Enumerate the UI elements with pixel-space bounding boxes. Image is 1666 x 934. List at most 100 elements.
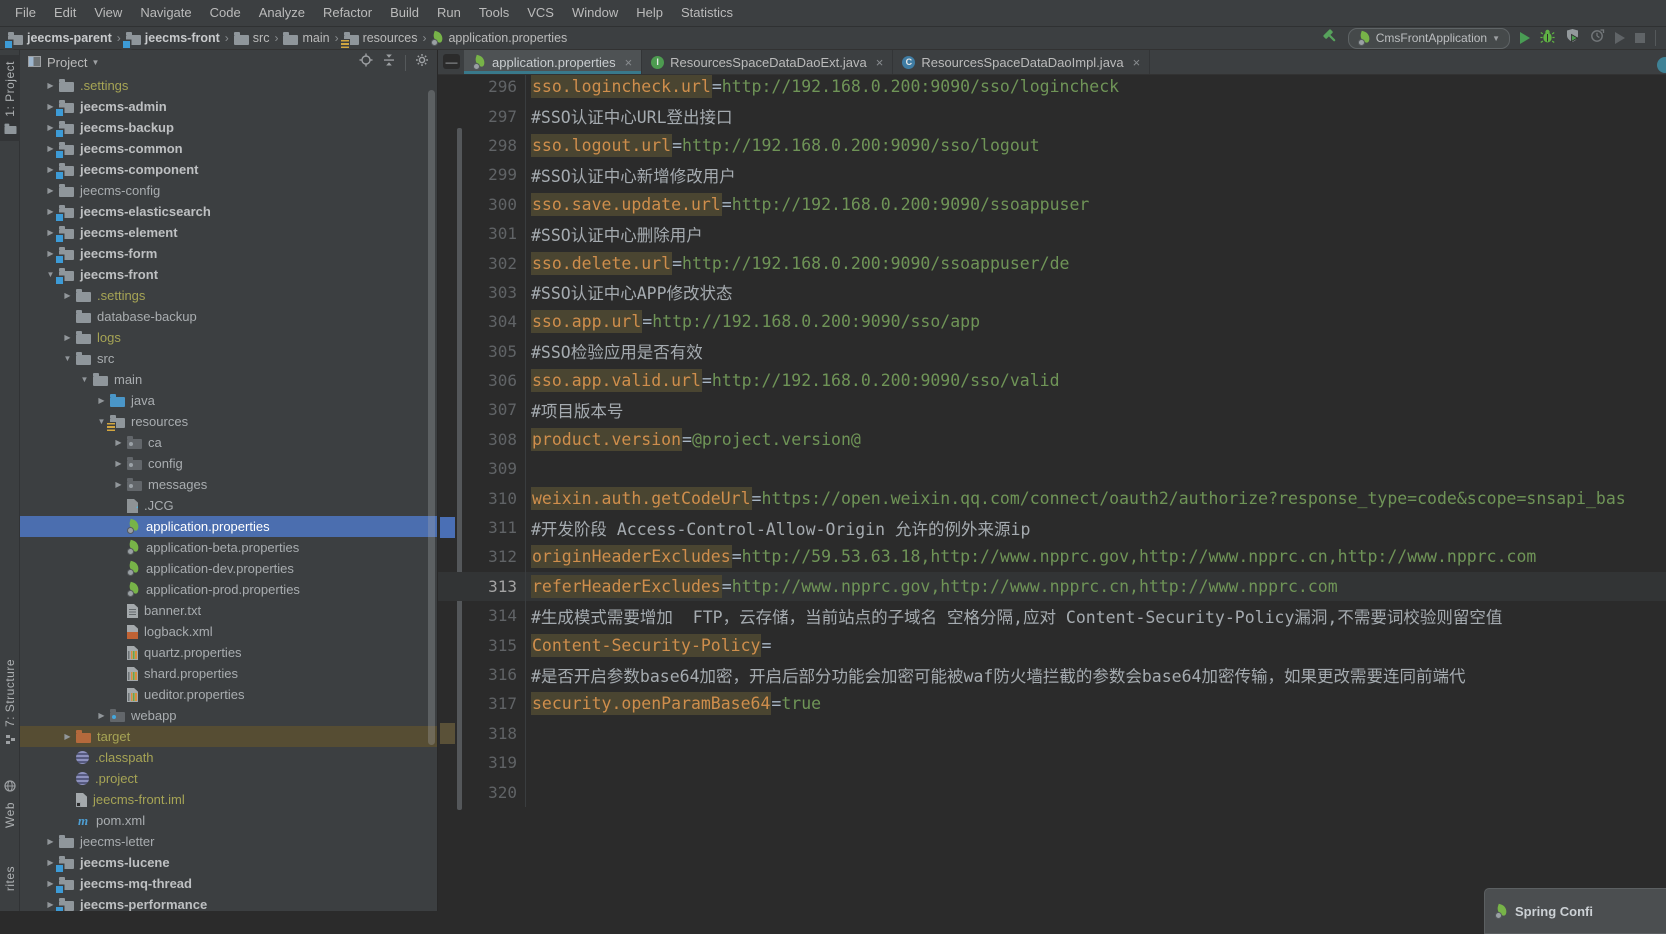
tree-row-jeecms-front.iml[interactable]: jeecms-front.iml [20, 789, 437, 810]
tree-row-jeecms-config[interactable]: ▶jeecms-config [20, 180, 437, 201]
editor-line-319[interactable]: 319 [438, 748, 1666, 777]
run-button[interactable] [1520, 32, 1530, 44]
editor-line-309[interactable]: 309 [438, 454, 1666, 483]
tree-row-application-beta.properties[interactable]: application-beta.properties [20, 537, 437, 558]
editor-line-305[interactable]: 305#SSO检验应用是否有效 [438, 337, 1666, 366]
editor-line-297[interactable]: 297#SSO认证中心URL登出接口 [438, 101, 1666, 130]
tree-row-java[interactable]: ▶java [20, 390, 437, 411]
menu-file[interactable]: File [6, 0, 45, 26]
tree-row-application.properties[interactable]: application.properties [20, 516, 437, 537]
breadcrumb-main[interactable]: main [283, 31, 329, 45]
line-text[interactable]: sso.logout.url=http://192.168.0.200:9090… [526, 131, 1666, 160]
menu-code[interactable]: Code [201, 0, 250, 26]
tree-row-.settings[interactable]: ▶.settings [20, 285, 437, 306]
close-icon[interactable]: × [625, 55, 633, 70]
tree-row-main[interactable]: ▼main [20, 369, 437, 390]
tree-row-logback.xml[interactable]: logback.xml [20, 621, 437, 642]
tool-window-button-favorites[interactable]: rites [0, 862, 20, 895]
tree-row-jeecms-lucene[interactable]: ▶jeecms-lucene [20, 852, 437, 873]
run-with-coverage-button[interactable] [1565, 28, 1580, 48]
line-text[interactable]: product.version=@project.version@ [526, 425, 1666, 454]
run-configuration-select[interactable]: CmsFrontApplication ▼ [1348, 28, 1510, 49]
line-number[interactable]: 306 [438, 366, 526, 395]
tree-row-webapp[interactable]: ▶webapp [20, 705, 437, 726]
tree-row-.JCG[interactable]: .JCG [20, 495, 437, 516]
tool-window-button-structure[interactable]: 7: Structure [0, 655, 20, 754]
line-number[interactable]: 319 [438, 748, 526, 777]
line-text[interactable]: sso.app.url=http://192.168.0.200:9090/ss… [526, 307, 1666, 336]
editor-body[interactable]: 296sso.logincheck.url=http://192.168.0.2… [438, 75, 1666, 911]
editor-line-303[interactable]: 303#SSO认证中心APP修改状态 [438, 278, 1666, 307]
tree-row-shard.properties[interactable]: shard.properties [20, 663, 437, 684]
editor-line-296[interactable]: 296sso.logincheck.url=http://192.168.0.2… [438, 75, 1666, 101]
editor-line-316[interactable]: 316#是否开启参数base64加密，开启后部分功能会加密可能被waf防火墙拦截… [438, 660, 1666, 689]
breadcrumb-jeecms-parent[interactable]: jeecms-parent [8, 31, 112, 45]
line-number[interactable]: 314 [438, 601, 526, 630]
menu-view[interactable]: View [85, 0, 131, 26]
editor-line-304[interactable]: 304sso.app.url=http://192.168.0.200:9090… [438, 307, 1666, 336]
line-number[interactable]: 298 [438, 131, 526, 160]
line-number[interactable]: 307 [438, 395, 526, 424]
build-hammer-icon[interactable] [1322, 28, 1338, 49]
tab-ResourcesSpaceDataDaoImpl.java[interactable]: CResourcesSpaceDataDaoImpl.java× [893, 50, 1150, 74]
editor-line-314[interactable]: 314#生成模式需要增加 FTP，云存储，当前站点的子域名 空格分隔,应对 Co… [438, 601, 1666, 630]
tree-row-banner.txt[interactable]: banner.txt [20, 600, 437, 621]
line-text[interactable]: #是否开启参数base64加密，开启后部分功能会加密可能被waf防火墙拦截的参数… [526, 660, 1666, 689]
line-number[interactable]: 318 [438, 719, 526, 748]
menu-analyze[interactable]: Analyze [250, 0, 314, 26]
line-number[interactable]: 315 [438, 630, 526, 659]
tab-ResourcesSpaceDataDaoExt.java[interactable]: IResourcesSpaceDataDaoExt.java× [642, 50, 893, 74]
editor-line-315[interactable]: 315Content-Security-Policy= [438, 630, 1666, 659]
line-text[interactable]: security.openParamBase64=true [526, 689, 1666, 718]
breadcrumb-resources[interactable]: resources [344, 31, 418, 45]
line-text[interactable]: #生成模式需要增加 FTP，云存储，当前站点的子域名 空格分隔,应对 Conte… [526, 601, 1666, 630]
line-number[interactable]: 304 [438, 307, 526, 336]
tree-row-pom.xml[interactable]: mpom.xml [20, 810, 437, 831]
menu-build[interactable]: Build [381, 0, 428, 26]
tree-row-jeecms-mq-thread[interactable]: ▶jeecms-mq-thread [20, 873, 437, 894]
line-number[interactable]: 296 [438, 75, 526, 101]
editor-line-320[interactable]: 320 [438, 777, 1666, 806]
editor-line-318[interactable]: 318 [438, 719, 1666, 748]
gear-icon[interactable] [415, 53, 429, 72]
line-text[interactable]: #SSO认证中心APP修改状态 [526, 278, 1666, 307]
profiler-button[interactable] [1590, 28, 1605, 48]
line-number[interactable]: 317 [438, 689, 526, 718]
notification-balloon[interactable]: Spring Confi [1484, 888, 1666, 934]
collapse-tool-window-button[interactable]: — [443, 54, 460, 69]
menu-navigate[interactable]: Navigate [131, 0, 200, 26]
tree-row-src[interactable]: ▼src [20, 348, 437, 369]
editor-line-298[interactable]: 298sso.logout.url=http://192.168.0.200:9… [438, 131, 1666, 160]
line-text[interactable]: sso.app.valid.url=http://192.168.0.200:9… [526, 366, 1666, 395]
locate-file-icon[interactable] [359, 53, 373, 72]
tree-row-jeecms-common[interactable]: ▶jeecms-common [20, 138, 437, 159]
tree-row-.settings[interactable]: ▶.settings [20, 75, 437, 96]
line-number[interactable]: 303 [438, 278, 526, 307]
line-text[interactable] [526, 454, 1666, 483]
line-number[interactable]: 301 [438, 219, 526, 248]
line-text[interactable]: sso.delete.url=http://192.168.0.200:9090… [526, 248, 1666, 277]
menu-help[interactable]: Help [627, 0, 672, 26]
editor-line-310[interactable]: 310weixin.auth.getCodeUrl=https://open.w… [438, 483, 1666, 512]
project-tree-scrollbar[interactable] [428, 90, 435, 745]
line-number[interactable]: 320 [438, 777, 526, 806]
editor-line-299[interactable]: 299#SSO认证中心新增修改用户 [438, 160, 1666, 189]
editor-line-302[interactable]: 302sso.delete.url=http://192.168.0.200:9… [438, 248, 1666, 277]
editor-line-313[interactable]: 313referHeaderExcludes=http://www.npprc.… [438, 572, 1666, 601]
line-text[interactable] [526, 719, 1666, 748]
menu-statistics[interactable]: Statistics [672, 0, 742, 26]
tree-row-messages[interactable]: ▶messages [20, 474, 437, 495]
tree-row-jeecms-performance[interactable]: ▶jeecms-performance [20, 894, 437, 911]
line-text[interactable]: #SSO认证中心URL登出接口 [526, 101, 1666, 130]
tree-row-target[interactable]: ▶target [20, 726, 437, 747]
line-number[interactable]: 302 [438, 248, 526, 277]
line-text[interactable]: #SSO认证中心删除用户 [526, 219, 1666, 248]
breadcrumb-src[interactable]: src [234, 31, 270, 45]
tree-row-logs[interactable]: ▶logs [20, 327, 437, 348]
editor-line-317[interactable]: 317security.openParamBase64=true [438, 689, 1666, 718]
line-text[interactable]: #SSO认证中心新增修改用户 [526, 160, 1666, 189]
tool-window-button-project[interactable]: 1: Project [0, 55, 20, 141]
line-number[interactable]: 310 [438, 483, 526, 512]
tree-row-.classpath[interactable]: .classpath [20, 747, 437, 768]
line-number[interactable]: 299 [438, 160, 526, 189]
